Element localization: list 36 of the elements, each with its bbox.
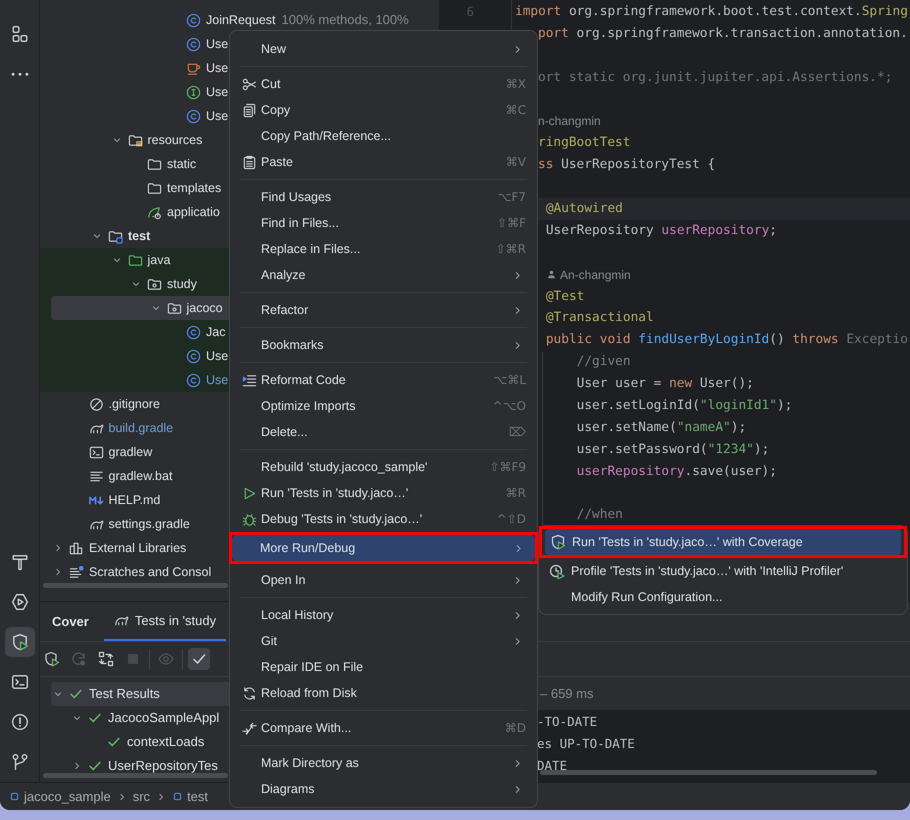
shortcut-text: ⌘R bbox=[506, 485, 526, 502]
shortcut-text: ^⌥O bbox=[492, 398, 526, 415]
coverage-hint: 100% methods, 100% bbox=[282, 11, 409, 30]
code-line: ss UserRepositoryTest { bbox=[538, 156, 716, 174]
code-line: user.setName("nameA"); bbox=[576, 418, 746, 437]
code-line: public void findUserByLoginId() throws Exceptio bbox=[546, 331, 908, 350]
code-line: user.setPassword("1234"); bbox=[576, 440, 770, 459]
console-line: es UP-TO-DATE bbox=[537, 736, 635, 751]
code-line: UserRepository userRepository; bbox=[546, 222, 777, 240]
code-line: user.setLoginId("loginId1"); bbox=[576, 397, 792, 416]
console-line: DATE bbox=[537, 758, 568, 773]
test-duration: – 659 ms bbox=[540, 684, 594, 703]
shortcut-text: ⇧⌘R bbox=[496, 241, 526, 258]
code-line: port org.springframework.transaction.annotation. bbox=[538, 24, 908, 43]
code-line: ringBootTest bbox=[538, 134, 630, 152]
code-line: @Transactional bbox=[546, 309, 654, 328]
code-line: import org.springframework.boot.test.context.Spring bbox=[515, 3, 908, 21]
code-line: @Autowired bbox=[546, 200, 623, 218]
shortcut-text: ⌘C bbox=[506, 102, 526, 119]
code-line: //given bbox=[576, 353, 631, 372]
shortcut-text: ⌥F7 bbox=[498, 189, 526, 206]
shortcut-text: ⇧⌘F bbox=[497, 215, 526, 232]
code-line: @Test bbox=[546, 288, 584, 306]
shortcut-text: ⌘V bbox=[506, 154, 526, 171]
shortcut-text: ⇧⌘F9 bbox=[489, 459, 526, 476]
code-line: User user = new User(); bbox=[576, 375, 754, 394]
shortcut-text: ⌦ bbox=[509, 424, 526, 441]
shortcut-text: ^⇧D bbox=[496, 511, 526, 528]
shortcut-text: ⌥⌘L bbox=[493, 372, 526, 389]
code-line: userRepository.save(user); bbox=[576, 462, 777, 481]
code-line: //when bbox=[576, 506, 623, 524]
shortcut-text: ⌘X bbox=[506, 76, 526, 93]
console-line: -TO-DATE bbox=[537, 714, 598, 729]
tool-window-title: Cover bbox=[52, 612, 89, 631]
code-line: ort static org.junit.jupiter.api.Assertions.*; bbox=[538, 68, 892, 87]
shortcut-text: ⌘D bbox=[504, 720, 526, 737]
